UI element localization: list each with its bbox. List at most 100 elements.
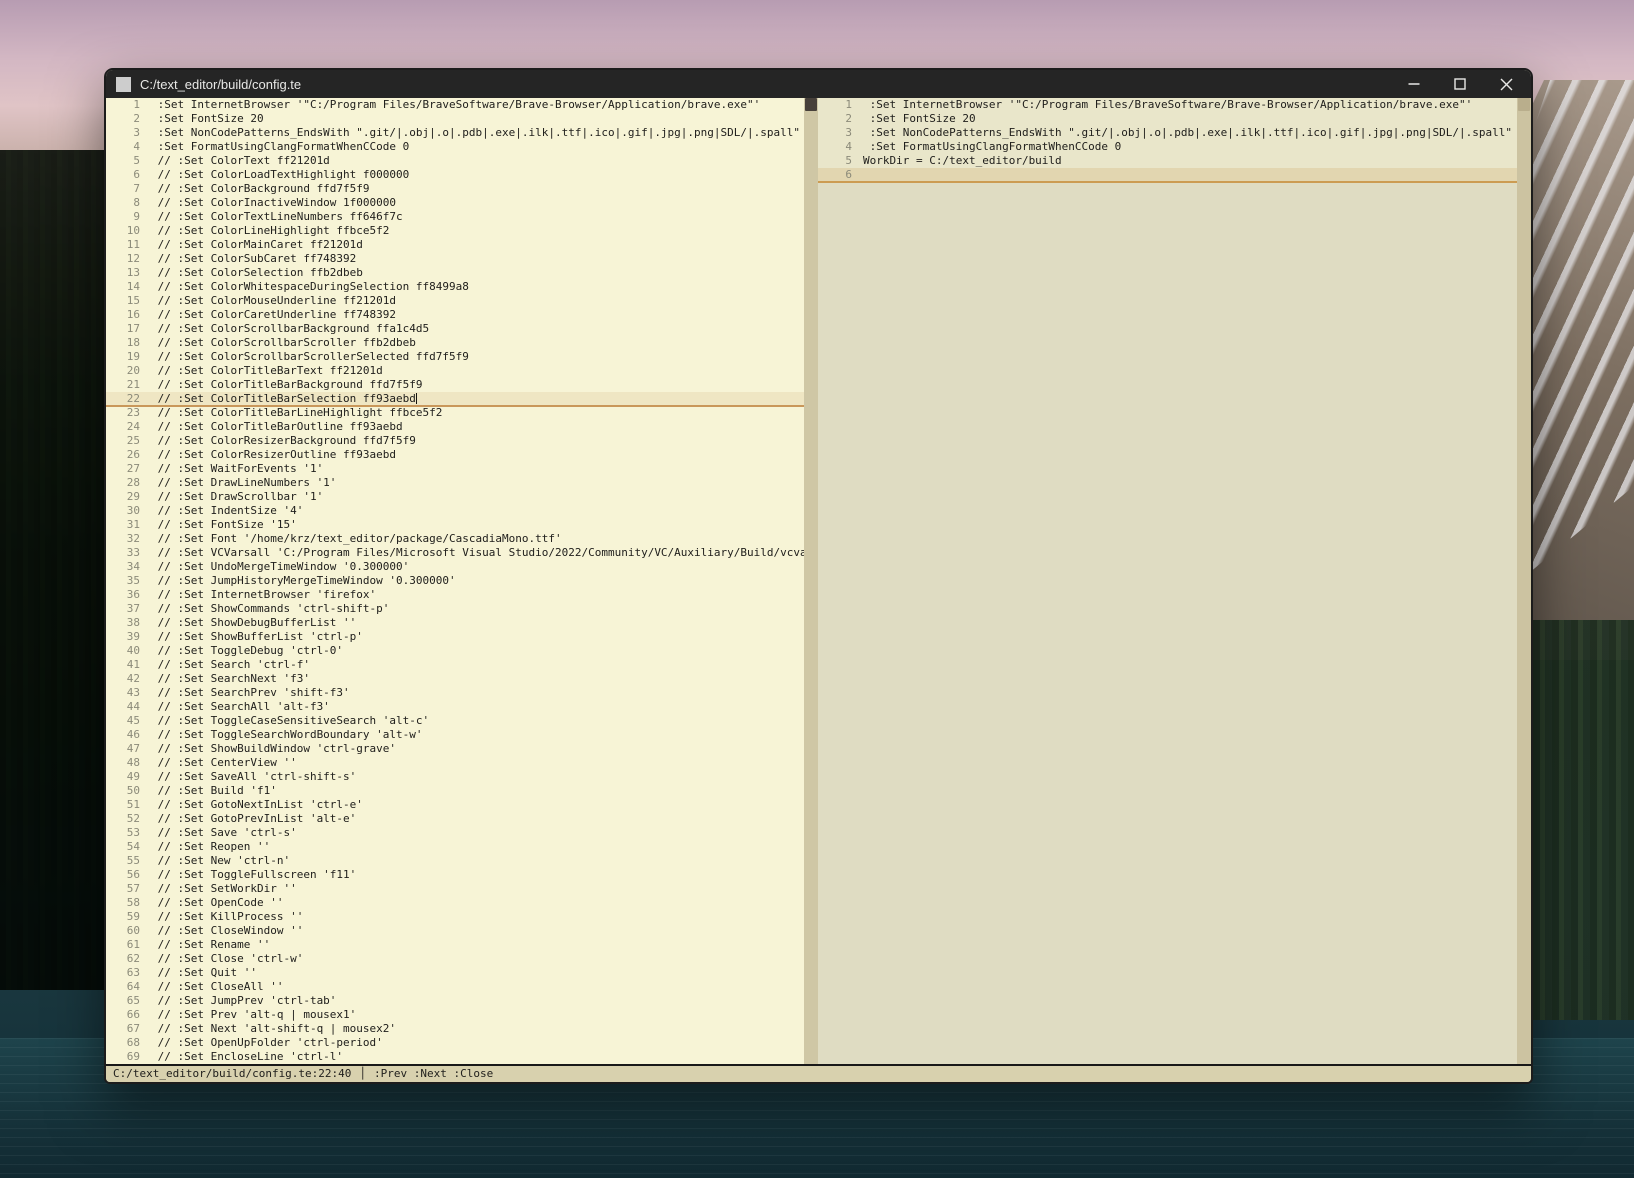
code-line[interactable]: 34 // :Set UndoMergeTimeWindow '0.300000…	[106, 560, 804, 574]
code-line[interactable]: 43 // :Set SearchPrev 'shift-f3'	[106, 686, 804, 700]
code-line[interactable]: 53 // :Set Save 'ctrl-s'	[106, 826, 804, 840]
code-line[interactable]: 41 // :Set Search 'ctrl-f'	[106, 658, 804, 672]
code-line[interactable]: 21 // :Set ColorTitleBarBackground ffd7f…	[106, 378, 804, 392]
code-line[interactable]: 31 // :Set FontSize '15'	[106, 518, 804, 532]
line-text: // :Set Font '/home/krz/text_editor/pack…	[142, 532, 562, 546]
code-line[interactable]: 5 // :Set ColorText ff21201d	[106, 154, 804, 168]
code-line[interactable]: 59 // :Set KillProcess ''	[106, 910, 804, 924]
code-line[interactable]: 60 // :Set CloseWindow ''	[106, 924, 804, 938]
code-line[interactable]: 3 :Set NonCodePatterns_EndsWith ".git/|.…	[818, 126, 1517, 140]
status-commands[interactable]: :Prev :Next :Close	[374, 1066, 493, 1082]
right-scrollbar-thumb[interactable]	[1518, 98, 1530, 111]
code-line[interactable]: 56 // :Set ToggleFullscreen 'f11'	[106, 868, 804, 882]
code-line[interactable]: 40 // :Set ToggleDebug 'ctrl-0'	[106, 644, 804, 658]
text-caret	[416, 393, 418, 404]
line-number: 49	[106, 770, 142, 784]
code-line[interactable]: 22 // :Set ColorTitleBarSelection ff93ae…	[106, 392, 804, 406]
code-line[interactable]: 49 // :Set SaveAll 'ctrl-shift-s'	[106, 770, 804, 784]
left-pane-scrollbar[interactable]	[804, 98, 818, 1064]
code-line[interactable]: 33 // :Set VCVarsall 'C:/Program Files/M…	[106, 546, 804, 560]
code-line[interactable]: 11 // :Set ColorMainCaret ff21201d	[106, 238, 804, 252]
code-line[interactable]: 17 // :Set ColorScrollbarBackground ffa1…	[106, 322, 804, 336]
code-line[interactable]: 16 // :Set ColorCaretUnderline ff748392	[106, 308, 804, 322]
code-line[interactable]: 38 // :Set ShowDebugBufferList ''	[106, 616, 804, 630]
code-line[interactable]: 58 // :Set OpenCode ''	[106, 896, 804, 910]
code-line[interactable]: 8 // :Set ColorInactiveWindow 1f000000	[106, 196, 804, 210]
code-line[interactable]: 42 // :Set SearchNext 'f3'	[106, 672, 804, 686]
code-line[interactable]: 51 // :Set GotoNextInList 'ctrl-e'	[106, 798, 804, 812]
code-line[interactable]: 54 // :Set Reopen ''	[106, 840, 804, 854]
code-line[interactable]: 23 // :Set ColorTitleBarLineHighlight ff…	[106, 406, 804, 420]
code-line[interactable]: 1 :Set InternetBrowser '"C:/Program File…	[818, 98, 1517, 112]
code-line[interactable]: 44 // :Set SearchAll 'alt-f3'	[106, 700, 804, 714]
code-line[interactable]: 35 // :Set JumpHistoryMergeTimeWindow '0…	[106, 574, 804, 588]
code-line[interactable]: 18 // :Set ColorScrollbarScroller ffb2db…	[106, 336, 804, 350]
code-line[interactable]: 32 // :Set Font '/home/krz/text_editor/p…	[106, 532, 804, 546]
code-line[interactable]: 52 // :Set GotoPrevInList 'alt-e'	[106, 812, 804, 826]
code-line[interactable]: 24 // :Set ColorTitleBarOutline ff93aebd	[106, 420, 804, 434]
window-titlebar[interactable]: C:/text_editor/build/config.te	[106, 70, 1531, 98]
code-line[interactable]: 30 // :Set IndentSize '4'	[106, 504, 804, 518]
left-editor-pane[interactable]: 1 :Set InternetBrowser '"C:/Program File…	[106, 98, 804, 1064]
code-line[interactable]: 46 // :Set ToggleSearchWordBoundary 'alt…	[106, 728, 804, 742]
code-line[interactable]: 64 // :Set CloseAll ''	[106, 980, 804, 994]
line-number: 64	[106, 980, 142, 994]
left-scrollbar-thumb[interactable]	[805, 98, 817, 111]
code-line[interactable]: 47 // :Set ShowBuildWindow 'ctrl-grave'	[106, 742, 804, 756]
right-editor-pane[interactable]: 1 :Set InternetBrowser '"C:/Program File…	[818, 98, 1517, 1064]
code-line[interactable]: 69 // :Set EncloseLine 'ctrl-l'	[106, 1050, 804, 1064]
code-line[interactable]: 26 // :Set ColorResizerOutline ff93aebd	[106, 448, 804, 462]
code-line[interactable]: 66 // :Set Prev 'alt-q | mousex1'	[106, 1008, 804, 1022]
code-line[interactable]: 7 // :Set ColorBackground ffd7f5f9	[106, 182, 804, 196]
line-text: // :Set EncloseLine 'ctrl-l'	[142, 1050, 343, 1064]
code-line[interactable]: 55 // :Set New 'ctrl-n'	[106, 854, 804, 868]
line-text: // :Set FontSize '15'	[142, 518, 297, 532]
code-line[interactable]: 63 // :Set Quit ''	[106, 966, 804, 980]
code-line[interactable]: 19 // :Set ColorScrollbarScrollerSelecte…	[106, 350, 804, 364]
code-line[interactable]: 3 :Set NonCodePatterns_EndsWith ".git/|.…	[106, 126, 804, 140]
code-line[interactable]: 6	[818, 168, 1517, 182]
code-line[interactable]: 13 // :Set ColorSelection ffb2dbeb	[106, 266, 804, 280]
code-line[interactable]: 6 // :Set ColorLoadTextHighlight f000000	[106, 168, 804, 182]
line-number: 27	[106, 462, 142, 476]
code-line[interactable]: 27 // :Set WaitForEvents '1'	[106, 462, 804, 476]
code-line[interactable]: 29 // :Set DrawScrollbar '1'	[106, 490, 804, 504]
code-line[interactable]: 65 // :Set JumpPrev 'ctrl-tab'	[106, 994, 804, 1008]
code-line[interactable]: 50 // :Set Build 'f1'	[106, 784, 804, 798]
status-file-position: C:/text_editor/build/config.te:22:40	[113, 1066, 351, 1082]
code-line[interactable]: 25 // :Set ColorResizerBackground ffd7f5…	[106, 434, 804, 448]
code-line[interactable]: 28 // :Set DrawLineNumbers '1'	[106, 476, 804, 490]
code-line[interactable]: 62 // :Set Close 'ctrl-w'	[106, 952, 804, 966]
code-line[interactable]: 36 // :Set InternetBrowser 'firefox'	[106, 588, 804, 602]
code-line[interactable]: 61 // :Set Rename ''	[106, 938, 804, 952]
line-text: // :Set Prev 'alt-q | mousex1'	[142, 1008, 356, 1022]
code-line[interactable]: 2 :Set FontSize 20	[818, 112, 1517, 126]
code-line[interactable]: 10 // :Set ColorLineHighlight ffbce5f2	[106, 224, 804, 238]
code-line[interactable]: 5WorkDir = C:/text_editor/build	[818, 154, 1517, 168]
minimize-icon	[1408, 78, 1420, 90]
code-line[interactable]: 1 :Set InternetBrowser '"C:/Program File…	[106, 98, 804, 112]
line-text: // :Set ColorScrollbarScroller ffb2dbeb	[142, 336, 416, 350]
code-line[interactable]: 4 :Set FormatUsingClangFormatWhenCCode 0	[818, 140, 1517, 154]
line-text: // :Set ColorLineHighlight ffbce5f2	[142, 224, 389, 238]
code-line[interactable]: 45 // :Set ToggleCaseSensitiveSearch 'al…	[106, 714, 804, 728]
code-line[interactable]: 48 // :Set CenterView ''	[106, 756, 804, 770]
code-line[interactable]: 67 // :Set Next 'alt-shift-q | mousex2'	[106, 1022, 804, 1036]
code-line[interactable]: 68 // :Set OpenUpFolder 'ctrl-period'	[106, 1036, 804, 1050]
code-line[interactable]: 15 // :Set ColorMouseUnderline ff21201d	[106, 294, 804, 308]
line-number: 14	[106, 280, 142, 294]
code-line[interactable]: 2 :Set FontSize 20	[106, 112, 804, 126]
close-button[interactable]	[1489, 71, 1523, 97]
code-line[interactable]: 39 // :Set ShowBufferList 'ctrl-p'	[106, 630, 804, 644]
code-line[interactable]: 12 // :Set ColorSubCaret ff748392	[106, 252, 804, 266]
code-line[interactable]: 37 // :Set ShowCommands 'ctrl-shift-p'	[106, 602, 804, 616]
right-pane-scrollbar[interactable]	[1517, 98, 1531, 1064]
code-line[interactable]: 57 // :Set SetWorkDir ''	[106, 882, 804, 896]
code-line[interactable]: 4 :Set FormatUsingClangFormatWhenCCode 0	[106, 140, 804, 154]
code-line[interactable]: 14 // :Set ColorWhitespaceDuringSelectio…	[106, 280, 804, 294]
minimize-button[interactable]	[1397, 71, 1431, 97]
code-line[interactable]: 9 // :Set ColorTextLineNumbers ff646f7c	[106, 210, 804, 224]
line-number: 10	[106, 224, 142, 238]
maximize-button[interactable]	[1443, 71, 1477, 97]
code-line[interactable]: 20 // :Set ColorTitleBarText ff21201d	[106, 364, 804, 378]
